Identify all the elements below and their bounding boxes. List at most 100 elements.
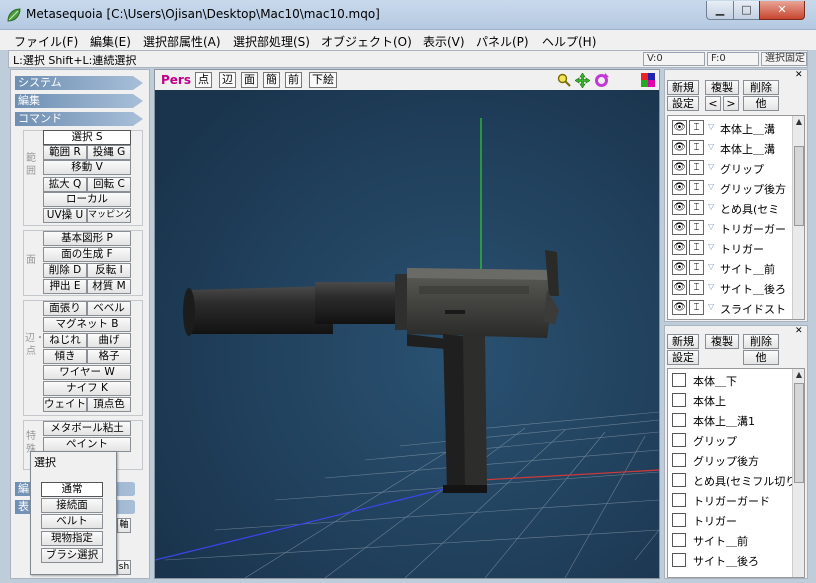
material-checkbox[interactable] <box>672 553 686 567</box>
material-list-scrollbar[interactable]: ▲ <box>792 369 804 577</box>
menu-object[interactable]: オブジェクト(O) <box>321 33 412 50</box>
expand-triangle-icon[interactable]: ▽ <box>708 222 714 231</box>
material-checkbox[interactable] <box>672 473 686 487</box>
wire-button[interactable]: ワイヤー W <box>43 365 131 380</box>
section-system[interactable]: システム <box>15 76 143 90</box>
scroll-up-icon[interactable]: ▲ <box>793 116 805 128</box>
edge-mode-button[interactable]: 辺 <box>219 72 236 88</box>
material-list-item[interactable]: グリップ <box>671 431 795 451</box>
object-delete-button[interactable]: 削除 <box>743 80 779 95</box>
lock-icon[interactable]: ⌶ <box>689 160 704 175</box>
material-panel-close-icon[interactable]: ✕ <box>795 326 803 336</box>
mode-brush-button[interactable]: ブラシ選択 <box>41 548 103 563</box>
magnet-button[interactable]: マグネット B <box>43 317 131 332</box>
material-checkbox[interactable] <box>672 513 686 527</box>
vertex-color-button[interactable]: 頂点色 <box>87 397 131 412</box>
zoom-icon[interactable] <box>557 73 571 87</box>
lock-icon[interactable]: ⌶ <box>689 200 704 215</box>
section-edit[interactable]: 編集 <box>15 94 143 108</box>
menu-selection-proc[interactable]: 選択部処理(S) <box>233 33 310 50</box>
expand-triangle-icon[interactable]: ▽ <box>708 122 714 131</box>
visibility-eye-icon[interactable]: 👁 <box>672 160 687 175</box>
material-checkbox[interactable] <box>672 433 686 447</box>
material-checkbox[interactable] <box>672 453 686 467</box>
material-duplicate-button[interactable]: 複製 <box>705 334 739 349</box>
color-icon[interactable] <box>641 73 655 87</box>
3d-viewport-canvas[interactable] <box>155 90 659 578</box>
delete-button[interactable]: 削除 D <box>43 263 87 278</box>
selection-lock-button[interactable]: 選択固定 <box>761 52 807 66</box>
visibility-eye-icon[interactable]: 👁 <box>672 220 687 235</box>
expand-triangle-icon[interactable]: ▽ <box>708 242 714 251</box>
material-checkbox[interactable] <box>672 393 686 407</box>
object-prev-button[interactable]: < <box>705 96 721 111</box>
menu-edit[interactable]: 編集(E) <box>90 33 131 50</box>
material-list-item[interactable]: グリップ後方 <box>671 451 795 471</box>
material-checkbox[interactable] <box>672 533 686 547</box>
menu-help[interactable]: ヘルプ(H) <box>542 33 596 50</box>
expand-triangle-icon[interactable]: ▽ <box>708 142 714 151</box>
lock-icon[interactable]: ⌶ <box>689 180 704 195</box>
minimize-button[interactable]: ▁ <box>706 1 734 20</box>
basic-shape-button[interactable]: 基本図形 P <box>43 231 131 246</box>
lock-icon[interactable]: ⌶ <box>689 140 704 155</box>
object-list-item[interactable]: 👁 ⌶ ▽ サイト＿後ろ <box>670 278 794 298</box>
point-mode-button[interactable]: 点 <box>195 72 212 88</box>
object-list-item[interactable]: 👁 ⌶ ▽ 本体上＿溝 <box>670 138 794 158</box>
bend-button[interactable]: 曲げ <box>87 333 131 348</box>
material-list-item[interactable]: とめ具(セミフル切り <box>671 471 795 491</box>
expand-triangle-icon[interactable]: ▽ <box>708 202 714 211</box>
object-new-button[interactable]: 新規 <box>667 80 699 95</box>
lock-icon[interactable]: ⌶ <box>689 300 704 315</box>
mode-direct-button[interactable]: 現物指定 <box>41 531 103 546</box>
object-list-item[interactable]: 👁 ⌶ ▽ トリガーガー <box>670 218 794 238</box>
underlay-button[interactable]: 下絵 <box>309 72 337 88</box>
close-button[interactable]: ✕ <box>759 1 805 20</box>
object-list-item[interactable]: 👁 ⌶ ▽ スライドスト <box>670 298 794 318</box>
material-settings-button[interactable]: 設定 <box>667 350 699 365</box>
menu-view[interactable]: 表示(V) <box>423 33 465 50</box>
extrude-button[interactable]: 押出 E <box>43 279 87 294</box>
invert-button[interactable]: 反転 I <box>87 263 131 278</box>
expand-triangle-icon[interactable]: ▽ <box>708 302 714 311</box>
range-button[interactable]: 範囲 R <box>43 145 87 160</box>
scroll-up-icon[interactable]: ▲ <box>793 369 805 381</box>
lattice-button[interactable]: 格子 <box>87 349 131 364</box>
material-list-item[interactable]: トリガーガード <box>671 491 795 511</box>
mode-normal-button[interactable]: 通常 <box>41 482 103 497</box>
stretch-button[interactable]: 面張り <box>43 301 87 316</box>
material-button[interactable]: 材質 M <box>87 279 131 294</box>
object-list-item[interactable]: 👁 ⌶ ▽ サイト＿前 <box>670 258 794 278</box>
material-list-item[interactable]: 本体上 <box>671 391 795 411</box>
material-list-item[interactable]: 本体上＿溝1 <box>671 411 795 431</box>
lock-icon[interactable]: ⌶ <box>689 220 704 235</box>
material-checkbox[interactable] <box>672 493 686 507</box>
object-list-item[interactable]: 👁 ⌶ ▽ トリガー <box>670 238 794 258</box>
visibility-eye-icon[interactable]: 👁 <box>672 240 687 255</box>
uv-button[interactable]: UV操 U <box>43 208 87 223</box>
menu-selection-attr[interactable]: 選択部属性(A) <box>143 33 221 50</box>
material-list-item[interactable]: トリガー <box>671 511 795 531</box>
expand-triangle-icon[interactable]: ▽ <box>708 282 714 291</box>
menu-file[interactable]: ファイル(F) <box>14 33 78 50</box>
visibility-eye-icon[interactable]: 👁 <box>672 120 687 135</box>
material-list-item[interactable]: 本体＿下 <box>671 371 795 391</box>
object-duplicate-button[interactable]: 複製 <box>705 80 739 95</box>
lock-icon[interactable]: ⌶ <box>689 120 704 135</box>
lock-icon[interactable]: ⌶ <box>689 280 704 295</box>
material-scroll-thumb[interactable] <box>794 383 804 483</box>
visibility-eye-icon[interactable]: 👁 <box>672 140 687 155</box>
metaball-button[interactable]: メタボール粘土 <box>43 421 131 436</box>
material-list-item[interactable]: サイト＿後ろ <box>671 551 795 571</box>
knife-button[interactable]: ナイフ K <box>43 381 131 396</box>
material-checkbox[interactable] <box>672 413 686 427</box>
expand-triangle-icon[interactable]: ▽ <box>708 262 714 271</box>
sh-button[interactable]: sh <box>117 560 131 575</box>
object-settings-button[interactable]: 設定 <box>667 96 699 111</box>
object-other-button[interactable]: 他 <box>743 96 779 111</box>
material-list-item[interactable]: サイト＿前 <box>671 531 795 551</box>
visibility-eye-icon[interactable]: 👁 <box>672 180 687 195</box>
scale-button[interactable]: 拡大 Q <box>43 177 87 192</box>
material-checkbox[interactable] <box>672 373 686 387</box>
move-icon[interactable] <box>575 73 590 88</box>
